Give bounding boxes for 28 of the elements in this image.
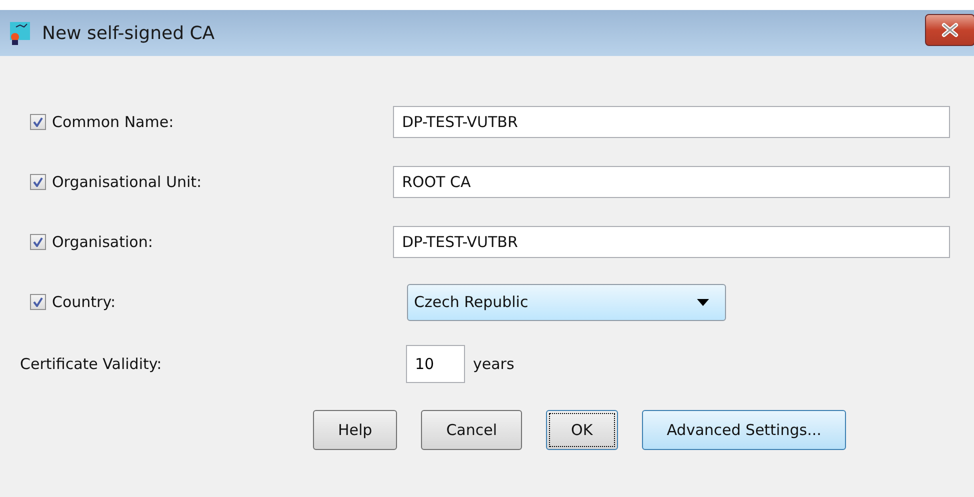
dialog-button[interactable]: Help [313,410,398,450]
app-icon [8,20,32,46]
close-icon [940,22,960,38]
check-icon [33,297,43,307]
check-icon [33,117,43,127]
years-field[interactable]: 10 [406,345,465,383]
field-label: Organisation: [52,233,153,251]
field-label: Organisational Unit: [52,173,202,191]
window-title: New self-signed CA [42,22,216,44]
dialog-button[interactable]: OK [546,410,618,450]
checkbox[interactable] [30,174,46,190]
checkbox[interactable] [30,114,46,130]
country-dropdown[interactable]: Czech Republic [407,284,726,320]
dialog-button[interactable]: Cancel [421,410,522,450]
text-field[interactable]: ROOT CA [393,166,950,198]
text-field[interactable]: DP-TEST-VUTBR [393,106,950,138]
field-label: Country: [52,293,116,311]
field-label: Common Name: [52,113,174,131]
check-icon [33,177,43,187]
caret-icon [697,298,709,306]
checkbox[interactable] [30,234,46,250]
close-button[interactable] [925,14,974,46]
text-field[interactable]: DP-TEST-VUTBR [393,226,950,258]
dialog-button[interactable]: Advanced Settings... [642,410,846,450]
check-icon [33,237,43,247]
checkbox[interactable] [30,294,46,310]
unit-label: years [473,355,514,373]
field-label: Certificate Validity: [20,355,163,373]
